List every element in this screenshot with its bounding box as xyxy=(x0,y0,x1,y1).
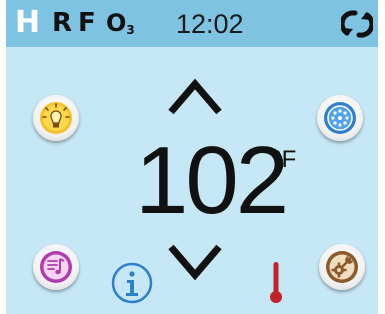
status-bar: H R F O3 12:02 xyxy=(6,0,378,47)
music-icon xyxy=(40,251,72,283)
chevron-down-icon[interactable] xyxy=(167,243,223,281)
temperature-unit: °F xyxy=(272,146,297,173)
settings-button[interactable] xyxy=(319,244,365,290)
jets-icon xyxy=(324,102,356,134)
ready-mode-indicator: R xyxy=(52,8,73,38)
flip-screen-icon[interactable] xyxy=(341,9,373,39)
thermometer-icon xyxy=(270,262,282,303)
light-bulb-icon xyxy=(40,102,72,134)
chevron-up-icon[interactable] xyxy=(167,78,223,116)
temperature-value: 102 xyxy=(135,127,289,234)
clock: 12:02 xyxy=(176,9,244,39)
spa-control-screen: H R F O3 12:02 102 °F xyxy=(6,0,378,314)
heater-mode-indicator: H xyxy=(15,5,41,40)
info-icon[interactable] xyxy=(110,261,154,305)
music-button[interactable] xyxy=(33,244,79,290)
filter-indicator: F xyxy=(78,8,96,38)
jets-button[interactable] xyxy=(317,95,363,141)
ozone-indicator: O3 xyxy=(106,9,135,37)
light-button[interactable] xyxy=(33,95,79,141)
settings-icon xyxy=(326,251,358,283)
